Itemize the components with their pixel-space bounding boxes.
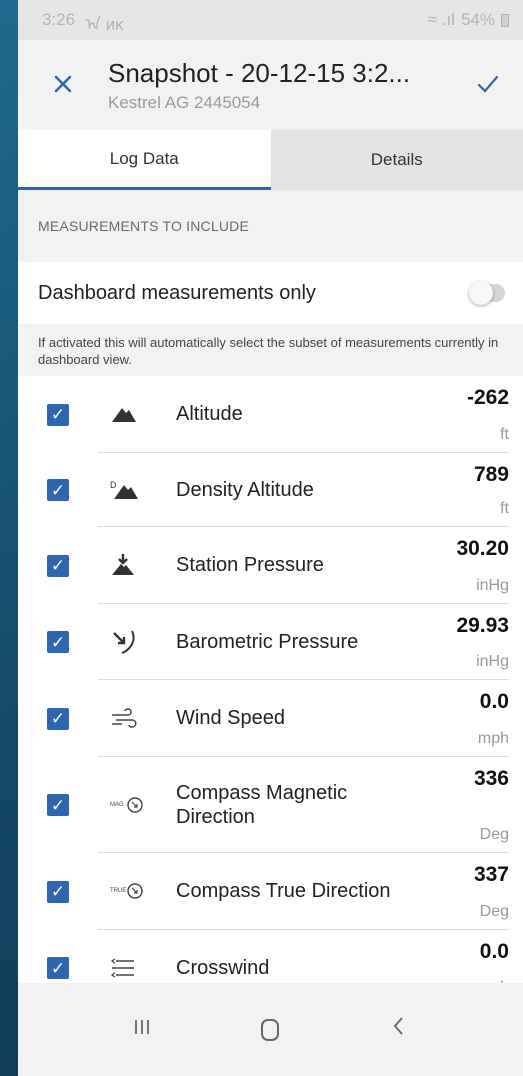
list-item[interactable]: ✓ Wind Speed 0.0 mph xyxy=(18,680,523,757)
measurement-value: 0.0 xyxy=(479,690,509,713)
checkbox[interactable]: ✓ xyxy=(47,880,69,903)
app-header: Snapshot - 20-12-15 3:2... Kestrel AG 24… xyxy=(18,40,523,130)
checkmark-icon xyxy=(477,75,499,93)
measurement-unit: Deg xyxy=(479,826,509,843)
page-title: Snapshot - 20-12-15 3:2... xyxy=(108,57,411,88)
status-bar: 3:26 ᠠ ᴎᴋ ≈ .ıl 54% xyxy=(18,0,523,40)
measurement-unit: inHg xyxy=(476,577,509,594)
measurement-name: Barometric Pressure xyxy=(176,630,359,653)
close-icon xyxy=(54,75,72,93)
checkbox[interactable]: ✓ xyxy=(47,479,69,501)
close-button[interactable] xyxy=(18,70,108,100)
mountain-icon xyxy=(98,376,176,452)
section-heading: MEASUREMENTS TO INCLUDE xyxy=(38,218,250,234)
measurement-unit: Deg xyxy=(479,903,509,920)
toggle-knob xyxy=(469,281,493,305)
station-pressure-icon xyxy=(98,527,176,603)
dashboard-toggle-label: Dashboard measurements only xyxy=(38,281,316,304)
measurement-name: Compass True Direction xyxy=(176,880,391,902)
measurement-name: Density Altitude xyxy=(176,478,314,501)
measurement-name: Altitude xyxy=(176,403,243,425)
list-item[interactable]: ✓ MAG Compass Magnetic Direction 336 Deg xyxy=(18,757,523,853)
tab-details[interactable]: Details xyxy=(270,130,523,190)
measurement-value: 29.93 xyxy=(456,614,509,637)
checkbox[interactable]: ✓ xyxy=(47,554,69,577)
checkbox[interactable]: ✓ xyxy=(47,707,69,730)
battery-icon xyxy=(501,13,509,27)
list-item[interactable]: ✓ TRUE Compass True Direction 337 Deg xyxy=(18,853,523,930)
battery-level: 54% xyxy=(460,10,495,29)
home-button[interactable] xyxy=(250,1018,290,1041)
notification-icons: ᠠ ᴎᴋ xyxy=(85,15,124,34)
measurement-name: Station Pressure xyxy=(176,554,324,576)
measurement-value: -262 xyxy=(466,386,509,409)
measurement-value: 789 xyxy=(473,463,509,486)
toggle-help-text: If activated this will automatically sel… xyxy=(38,335,499,367)
svg-text:D: D xyxy=(110,480,117,490)
density-altitude-icon: D xyxy=(98,453,176,526)
tab-bar: Log Data Details xyxy=(18,130,523,190)
recents-icon xyxy=(135,1019,150,1034)
measurement-unit: ft xyxy=(500,500,509,517)
device-subtitle: Kestrel AG 2445054 xyxy=(108,92,261,112)
compass-magnetic-icon: MAG xyxy=(98,757,176,852)
measurement-value: 337 xyxy=(473,863,509,886)
checkbox[interactable]: ✓ xyxy=(47,957,69,979)
list-item[interactable]: ✓ D Density Altitude 789 ft xyxy=(18,453,523,527)
measurement-value: 30.20 xyxy=(456,537,509,560)
barometric-pressure-icon xyxy=(98,604,176,679)
home-icon xyxy=(261,1018,280,1041)
system-nav-bar xyxy=(18,983,523,1076)
measurement-unit: inHg xyxy=(476,653,509,670)
list-item[interactable]: ✓ Altitude -262 ft xyxy=(18,376,523,453)
svg-text:TRUE: TRUE xyxy=(110,888,126,894)
tab-log-data[interactable]: Log Data xyxy=(18,130,271,190)
wind-icon xyxy=(98,680,176,756)
list-item[interactable]: ✓ Station Pressure 30.20 inHg xyxy=(18,527,523,604)
back-icon xyxy=(393,1017,403,1035)
checkbox[interactable]: ✓ xyxy=(47,794,69,816)
measurement-name: Wind Speed xyxy=(176,707,285,729)
checkbox[interactable]: ✓ xyxy=(47,403,69,426)
confirm-button[interactable] xyxy=(453,70,523,101)
signal-icon: ≈ .ıl xyxy=(427,10,455,29)
dashboard-toggle-row[interactable]: Dashboard measurements only xyxy=(18,262,523,324)
back-button[interactable] xyxy=(379,1015,419,1044)
measurement-value: 0.0 xyxy=(479,940,509,963)
measurement-unit: ft xyxy=(500,426,509,443)
svg-text:MAG: MAG xyxy=(110,802,124,808)
measurement-value: 336 xyxy=(473,767,509,790)
checkbox[interactable]: ✓ xyxy=(47,631,69,653)
recent-apps-button[interactable] xyxy=(122,1016,162,1044)
dashboard-toggle-switch[interactable] xyxy=(469,281,505,305)
compass-true-icon: TRUE xyxy=(98,853,176,929)
measurement-list: ✓ Altitude -262 ft ✓ D Density Altitude … xyxy=(18,376,523,1006)
phone-screen: 3:26 ᠠ ᴎᴋ ≈ .ıl 54% Snapshot - 20-12-15 … xyxy=(18,0,523,1076)
measurement-unit: mph xyxy=(477,730,509,747)
status-time: 3:26 xyxy=(42,10,76,29)
list-item[interactable]: ✓ Barometric Pressure 29.93 inHg xyxy=(18,604,523,680)
measurement-name: Compass Magnetic Direction xyxy=(176,781,348,828)
